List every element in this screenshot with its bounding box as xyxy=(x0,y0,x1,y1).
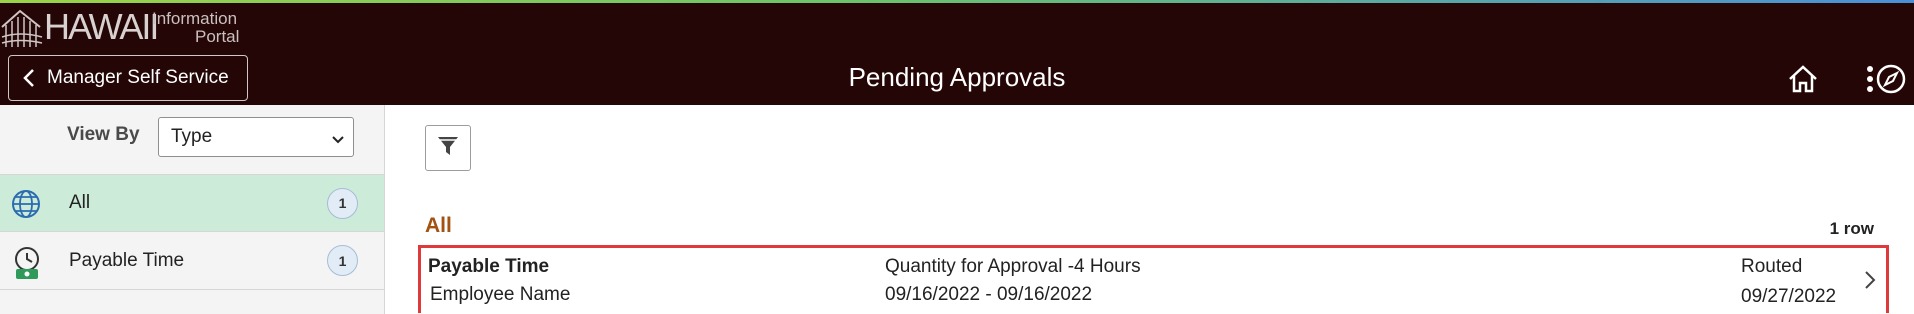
view-by-selected-value: Type xyxy=(171,126,213,147)
chevron-right-icon xyxy=(1864,270,1876,295)
page-title: Pending Approvals xyxy=(848,62,1066,92)
logo-information-text: Information xyxy=(152,9,238,28)
row-count: 1 row xyxy=(1829,219,1874,238)
sidebar-item-label: All xyxy=(69,192,91,213)
hawaii-information-portal-logo[interactable]: HAWAII Information Portal xyxy=(0,3,250,53)
row-description: Quantity for Approval -4 Hours xyxy=(885,256,1141,277)
row-employee: Employee Name xyxy=(430,284,571,305)
logo-portal-text: Portal xyxy=(195,27,240,46)
count-badge: 1 xyxy=(327,245,358,276)
sidebar-item-payable-time[interactable]: Payable Time 1 xyxy=(0,232,384,290)
app-header: HAWAII Information Portal Manager Self S… xyxy=(0,3,1914,105)
filter-icon xyxy=(437,135,459,162)
logo-house-icon xyxy=(1,9,43,47)
logo-hawaii-text: HAWAII xyxy=(44,6,159,47)
home-icon[interactable] xyxy=(1785,61,1821,97)
sidebar-item-all[interactable]: All 1 xyxy=(0,174,384,232)
globe-icon xyxy=(10,188,42,220)
count-badge: 1 xyxy=(327,187,358,219)
navbar-compass-icon[interactable] xyxy=(1873,61,1909,97)
chevron-down-icon xyxy=(331,130,345,152)
sidebar-item-label: Payable Time xyxy=(69,249,185,271)
time-clock-money-icon xyxy=(10,245,42,279)
view-by-select[interactable]: Type xyxy=(158,117,354,157)
filter-button[interactable] xyxy=(425,125,471,171)
row-status: Routed xyxy=(1741,256,1803,277)
section-title: All xyxy=(425,214,452,237)
row-date-range: 09/16/2022 - 09/16/2022 xyxy=(885,284,1093,305)
row-status-date: 09/27/2022 xyxy=(1741,286,1837,307)
row-type: Payable Time xyxy=(428,256,550,277)
view-by-label: View By xyxy=(67,124,140,145)
approval-row[interactable]: Payable Time Employee Name Quantity for … xyxy=(418,245,1889,313)
